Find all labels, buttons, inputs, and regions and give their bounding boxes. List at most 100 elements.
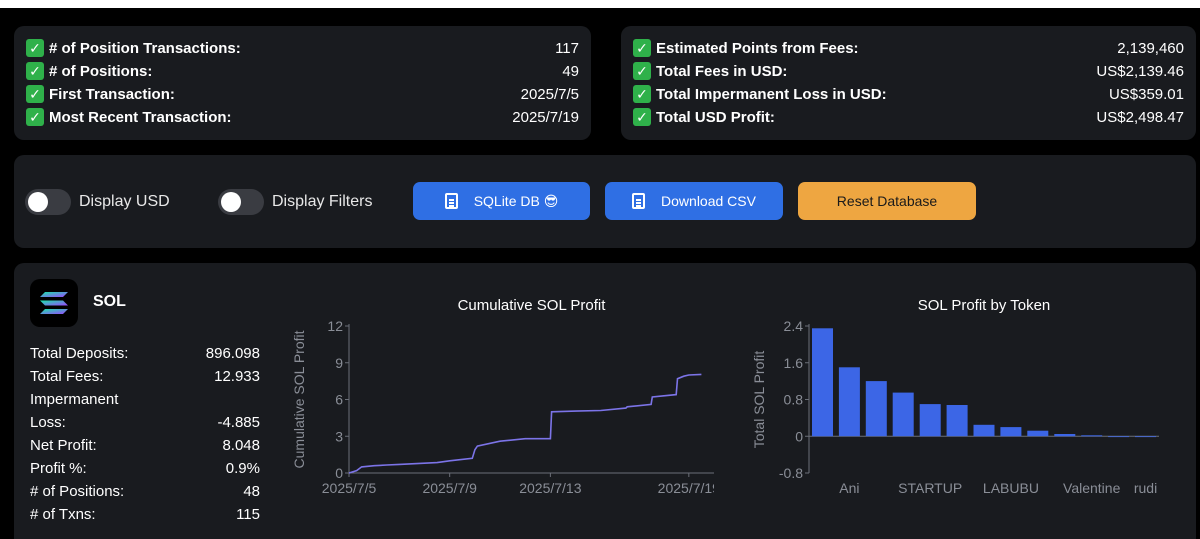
token-name: SOL [93,293,126,310]
button-label: Reset Database [836,193,938,209]
profit-bar [1027,430,1049,437]
stat-label: # of Positions: [49,62,153,80]
profit-bar [946,405,968,437]
check-icon: ✓ [26,39,44,57]
stat-label: Estimated Points from Fees: [656,39,859,57]
reset-database-button[interactable]: Reset Database [798,182,976,220]
transaction-summary-card: ✓ # of Position Transactions: 117 ✓ # of… [14,26,591,140]
stat-row: ✓ Total Fees in USD: US$2,139.46 [633,60,1184,82]
stat-row: ✓ First Transaction: 2025/7/5 [26,83,579,105]
metric-row: Profit %: 0.9% [30,458,260,480]
stat-value: 2,139,460 [1117,39,1184,57]
profit-bar [1081,435,1103,437]
profit-line [348,373,702,474]
toggle-label: Display USD [79,193,170,210]
stat-label: Most Recent Transaction: [49,108,232,126]
chart-title: SOL Profit by Token [918,297,1051,314]
x-tick-label: 2025/7/9 [422,480,477,496]
display-filters-toggle[interactable]: Display Filters [218,189,372,215]
y-tick-label: 6 [335,392,343,408]
profit-bar [812,328,833,437]
x-tick-label: STARTUP [898,480,962,496]
stat-label: Total USD Profit: [656,108,775,126]
metric-value: 12.933 [214,368,260,385]
stat-label: Total Impermanent Loss in USD: [656,85,887,103]
toggle-switch[interactable] [25,189,71,215]
x-tick-label: rudi [1134,480,1157,496]
metric-label: Total Fees: [30,368,104,385]
metric-value: -4.885 [217,414,260,431]
profit-bar [919,404,941,437]
y-tick-label: 2.4 [784,318,804,334]
y-tick-label: 0 [335,465,343,481]
metric-label: # of Txns: [30,506,96,523]
check-icon: ✓ [26,62,44,80]
profit-bar [1054,434,1076,437]
y-tick-label: 3 [335,428,343,444]
metric-label: Net Profit: [30,437,97,454]
x-tick-label: Ani [839,480,859,496]
metric-value: 8.048 [222,437,260,454]
button-label: Download CSV [661,193,756,209]
stat-value: 2025/7/5 [520,85,579,103]
profit-bar [1000,427,1022,437]
sqlite-db-button[interactable]: SQLite DB 😎 [413,182,590,220]
profit-bar [973,424,995,437]
top-border [0,0,1200,8]
download-csv-button[interactable]: Download CSV [605,182,783,220]
stat-value: 49 [562,62,579,80]
toggle-switch[interactable] [218,189,264,215]
token-panel: SOL Total Deposits: 896.098 Total Fees: … [14,263,1196,539]
stat-value: US$2,139.46 [1096,62,1184,80]
profit-bar [865,381,887,437]
metric-value: 48 [243,483,260,500]
document-icon [632,193,646,209]
toggle-label: Display Filters [272,193,373,210]
profit-bar [892,392,914,437]
metric-row: Net Profit: 8.048 [30,435,260,457]
toggle-knob [28,192,48,212]
metric-label: Profit %: [30,460,87,477]
y-tick-label: 0.8 [784,392,804,408]
stat-value: 2025/7/19 [512,108,579,126]
metric-value: 0.9% [225,460,260,477]
metric-label: Total Deposits: [30,345,129,362]
document-icon [444,193,458,209]
solana-logo-icon [30,279,78,327]
y-tick-label: -0.8 [779,465,803,481]
display-usd-toggle[interactable]: Display USD [25,189,170,215]
stat-row: ✓ Most Recent Transaction: 2025/7/19 [26,106,579,128]
stat-value: US$2,498.47 [1096,108,1184,126]
stat-label: # of Position Transactions: [49,39,241,57]
check-icon: ✓ [633,39,651,57]
y-tick-label: 9 [335,355,343,371]
x-tick-label: LABUBU [983,480,1039,496]
metric-label: Loss: [30,414,66,431]
check-icon: ✓ [633,62,651,80]
y-tick-label: 12 [327,318,343,334]
y-tick-label: 0 [795,428,803,444]
stat-row: ✓ # of Position Transactions: 117 [26,37,579,59]
stat-row: ✓ Estimated Points from Fees: 2,139,460 [633,37,1184,59]
usd-summary-card: ✓ Estimated Points from Fees: 2,139,460 … [621,26,1196,140]
button-label: SQLite DB 😎 [473,192,559,209]
cumulative-profit-chart: Cumulative SOL Profit 0 3 6 9 12 2025/7/5 2025/… [291,297,714,496]
metric-row: # of Positions: 48 [30,481,260,503]
metric-row: # of Txns: 115 [30,504,260,526]
stat-value: 117 [555,39,579,57]
y-tick-label: 1.6 [784,355,804,371]
metric-value: 896.098 [205,345,260,362]
check-icon: ✓ [26,85,44,103]
metric-label: Impermanent [30,391,119,408]
stat-label: Total Fees in USD: [656,62,788,80]
metric-label: # of Positions: [30,483,125,500]
stat-value: US$359.01 [1108,85,1184,103]
profit-bar [1135,436,1156,438]
metric-row: Total Fees: 12.933 [30,366,260,388]
metric-row: Impermanent [30,389,260,411]
x-tick-label: 2025/7/5 [322,480,377,496]
x-tick-label: 2025/7/19 [658,480,714,496]
x-tick-label: Valentine [1063,480,1121,496]
profit-bar [838,367,860,437]
stat-row: ✓ # of Positions: 49 [26,60,579,82]
